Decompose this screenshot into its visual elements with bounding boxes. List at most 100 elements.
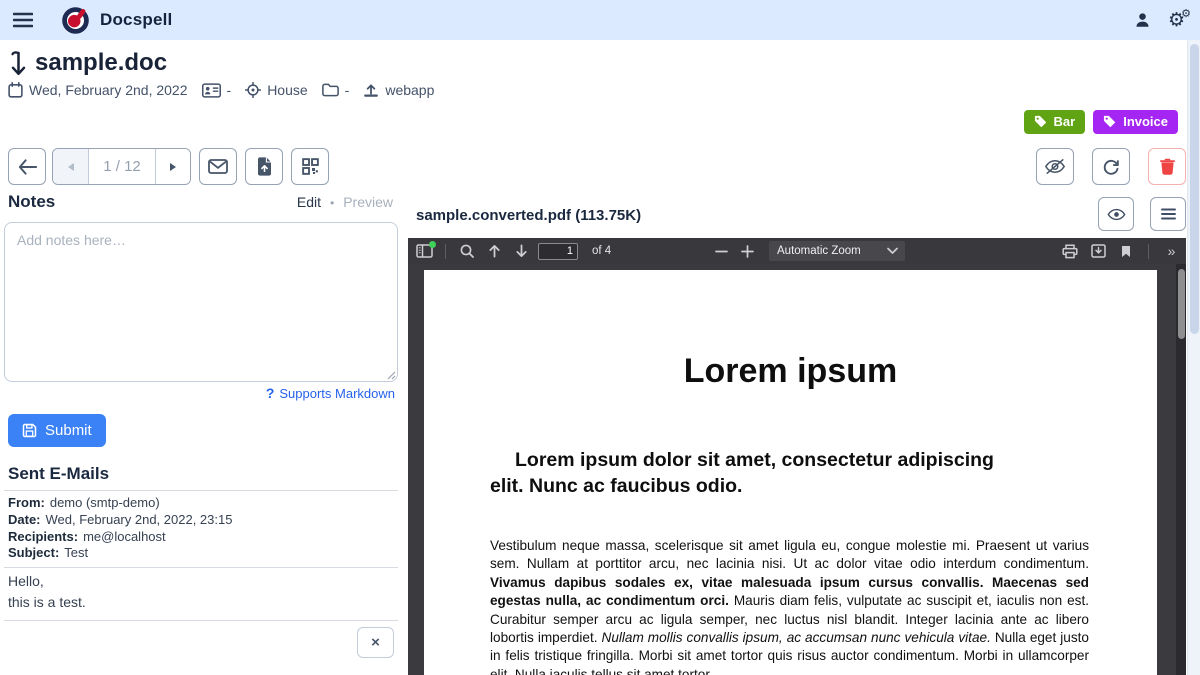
qr-code-button[interactable]: [291, 148, 329, 185]
crosshair-icon: [245, 82, 261, 98]
delete-trash-button[interactable]: [1148, 148, 1186, 185]
settings-gears-icon[interactable]: ⚙⚙: [1168, 11, 1185, 30]
left-panel: Notes Edit • Preview ?Supports Markdown …: [0, 190, 400, 658]
markdown-hint-link[interactable]: Supports Markdown: [279, 386, 395, 401]
next-page-arrow-icon[interactable]: [511, 240, 531, 262]
previous-page-arrow-icon[interactable]: [484, 240, 504, 262]
download-arrow-icon: [8, 50, 26, 77]
folder-value: -: [345, 82, 350, 98]
navbar-left: Docspell: [13, 7, 172, 34]
pdf-header-buttons: [1098, 197, 1186, 231]
pdf-doc-subtitle: Lorem ipsum dolor sit amet, consectetur …: [490, 447, 1090, 499]
markdown-hint-row: ? Supports Markdown: [0, 385, 400, 401]
document-meta-row: Wed, February 2nd, 2022 - House - webapp: [8, 82, 434, 98]
email-field-from: From:demo (smtp-demo): [8, 495, 398, 512]
source-item: webapp: [363, 82, 434, 98]
page-navigation: 1 / 12: [52, 148, 191, 185]
tab-separator-dot: •: [330, 196, 334, 210]
notes-heading: Notes: [8, 192, 55, 212]
menu-icon[interactable]: [13, 12, 33, 28]
correspondent-value: -: [227, 82, 232, 98]
pdf-viewer: of 4 Automatic Zoom: [408, 238, 1186, 675]
item-toolbar: 1 / 12: [8, 148, 1186, 185]
tab-edit[interactable]: Edit: [297, 194, 321, 210]
page-count-label: of 4: [592, 245, 611, 257]
notes-tabs: Edit • Preview: [297, 194, 393, 210]
bookmark-icon[interactable]: [1116, 240, 1136, 262]
sidebar-toggle-icon[interactable]: [414, 240, 434, 262]
save-download-icon[interactable]: [1088, 240, 1108, 262]
email-field-date: Date:Wed, February 2nd, 2022, 23:15: [8, 512, 398, 529]
top-navbar: Docspell ⚙⚙: [0, 0, 1200, 40]
brand-title: Docspell: [100, 10, 172, 30]
close-email-button[interactable]: ×: [357, 627, 394, 658]
pdf-zoom-controls: Automatic Zoom: [711, 238, 905, 264]
email-field-subject: Subject:Test: [8, 545, 398, 562]
concerning-value[interactable]: House: [267, 82, 307, 98]
pdf-toolbar-right: »: [1060, 238, 1181, 264]
email-close-row: ×: [4, 621, 398, 658]
folder-item: -: [322, 82, 350, 98]
email-fields: From:demo (smtp-demo) Date:Wed, February…: [4, 495, 398, 562]
sent-email-card: From:demo (smtp-demo) Date:Wed, February…: [4, 490, 398, 658]
concerning-item: House: [245, 82, 307, 98]
print-icon[interactable]: [1060, 240, 1080, 262]
help-question-icon[interactable]: ?: [266, 385, 275, 401]
pdf-scrollbar-thumb[interactable]: [1178, 269, 1185, 339]
file-menu-button[interactable]: [1150, 197, 1186, 231]
document-title-row: sample.doc: [8, 49, 167, 77]
tag-bar[interactable]: Bar: [1024, 110, 1086, 134]
window-scrollbar[interactable]: [1187, 40, 1200, 675]
pdf-filename: sample.converted.pdf (113.75K): [408, 207, 641, 224]
page-number-input[interactable]: [538, 243, 578, 260]
navbar-right: ⚙⚙: [1134, 11, 1187, 30]
notes-header: Notes Edit • Preview: [0, 190, 400, 212]
tag-icon: [1103, 115, 1116, 128]
reprocess-redo-button[interactable]: [1092, 148, 1130, 185]
source-value: webapp: [385, 82, 434, 98]
folder-icon: [322, 83, 339, 97]
zoom-out-minus-icon[interactable]: [711, 240, 731, 262]
more-tools-chevrons-icon[interactable]: »: [1161, 240, 1181, 262]
preview-eye-button[interactable]: [1098, 197, 1134, 231]
unconfirm-eye-slash-button[interactable]: [1036, 148, 1074, 185]
email-body: Hello, this is a test.: [4, 568, 398, 615]
date-value: Wed, February 2nd, 2022: [29, 82, 188, 98]
page-title: sample.doc: [35, 49, 167, 77]
pdf-doc-paragraph: Vestibulum neque massa, scelerisque sit …: [490, 537, 1089, 675]
chevron-down-icon: [887, 247, 898, 255]
tag-invoice[interactable]: Invoice: [1093, 110, 1178, 134]
address-card-icon: [202, 83, 221, 98]
zoom-in-plus-icon[interactable]: [737, 240, 757, 262]
pdf-viewer-body: Lorem ipsum Lorem ipsum dolor sit amet, …: [408, 264, 1186, 675]
notes-input[interactable]: [4, 222, 398, 382]
pdf-panel: sample.converted.pdf (113.75K): [408, 197, 1186, 675]
divider: [1148, 244, 1149, 259]
add-file-button[interactable]: [245, 148, 283, 185]
upload-icon: [363, 83, 379, 98]
email-field-recipients: Recipients:me@localhost: [8, 529, 398, 546]
correspondent-item: -: [202, 82, 232, 98]
user-icon[interactable]: [1134, 11, 1151, 29]
pdf-doc-title: Lorem ipsum: [424, 352, 1157, 391]
send-mail-button[interactable]: [199, 148, 237, 185]
search-icon[interactable]: [457, 240, 477, 262]
divider: [445, 244, 446, 259]
submit-button[interactable]: Submit: [8, 414, 106, 447]
page-indicator: 1 / 12: [89, 149, 155, 184]
pdf-page: Lorem ipsum Lorem ipsum dolor sit amet, …: [424, 270, 1157, 675]
pdf-toolbar: of 4 Automatic Zoom: [408, 238, 1186, 264]
pdf-scrollbar[interactable]: [1176, 264, 1186, 675]
email-body-line: this is a test.: [8, 592, 398, 613]
zoom-level-select[interactable]: Automatic Zoom: [769, 241, 905, 261]
next-item-button[interactable]: [155, 149, 190, 184]
calendar-icon: [8, 82, 23, 98]
prev-item-button[interactable]: [53, 149, 89, 184]
email-body-line: Hello,: [8, 571, 398, 592]
status-dot: [429, 241, 436, 248]
tab-preview[interactable]: Preview: [343, 194, 393, 210]
tag-row: Bar Invoice: [1024, 110, 1178, 134]
docspell-logo-icon[interactable]: [62, 7, 89, 34]
window-scrollbar-thumb[interactable]: [1190, 44, 1199, 334]
back-button[interactable]: [8, 148, 46, 185]
